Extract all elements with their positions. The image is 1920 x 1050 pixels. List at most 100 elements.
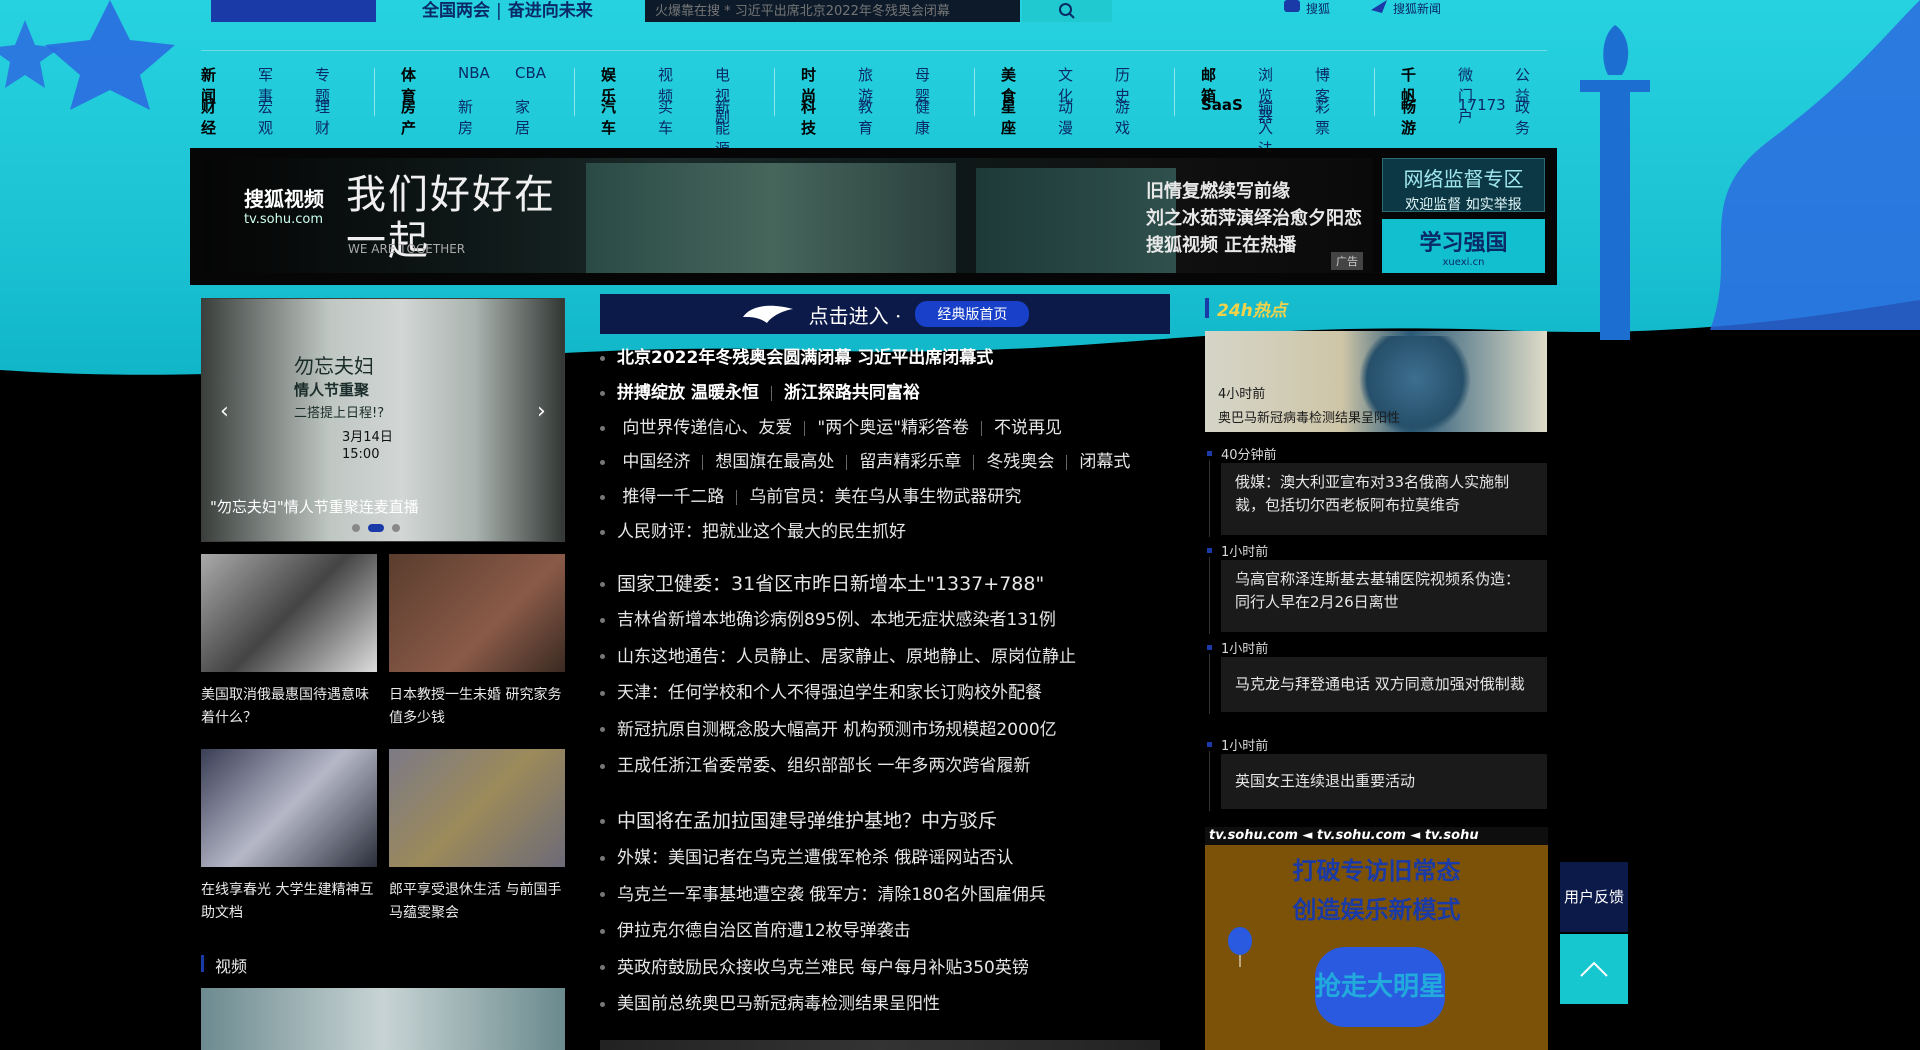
news-link[interactable]: 留声精彩乐章 — [859, 452, 961, 472]
news-link[interactable]: 王成任浙江省委常委、组织部部长 一年多两次跨省履新 — [617, 756, 1030, 776]
news-app-icon[interactable] — [1370, 0, 1388, 14]
hot-top-title[interactable]: 奥巴马新冠病毒检测结果呈阳性 — [1218, 407, 1400, 426]
nav-item[interactable]: 汽车 — [601, 96, 616, 138]
thumb-card-1[interactable]: 美国取消俄最惠国待遇意味着什么？ — [201, 554, 377, 730]
news-line[interactable]: 乌克兰一军事基地遭空袭 俄军方：清除180名外国雇佣兵 — [600, 883, 1046, 907]
hot-item-title[interactable]: 乌高官称泽连斯基去基辅医院视频系伪造：同行人早在2月26日离世 — [1221, 560, 1547, 632]
search-input[interactable] — [645, 0, 1020, 22]
news-group-head[interactable]: 国家卫健委：31省区市昨日新增本土"1337+788" — [600, 572, 1044, 596]
nav-item[interactable]: 动漫 — [1058, 96, 1073, 138]
carousel-dot[interactable] — [352, 524, 360, 532]
nav-item[interactable]: 财经 — [201, 96, 216, 138]
news-link[interactable]: 国家卫健委：31省区市昨日新增本土"1337+788" — [617, 573, 1044, 595]
news-link[interactable]: 伊拉克尔德自治区首府遭12枚导弹袭击 — [617, 921, 911, 941]
news-headline[interactable]: 拼搏绽放 温暖永恒 浙江探路共同富裕 — [600, 381, 920, 405]
news-link[interactable]: "两个奥运"精彩答卷 — [817, 418, 969, 438]
news-link[interactable]: 新冠抗原自测概念股大幅高开 机构预测市场规模超2000亿 — [617, 720, 1057, 740]
news-line[interactable]: 天津：任何学校和个人不得强迫学生和家长订购校外配餐 — [600, 681, 1042, 705]
carousel-dot[interactable] — [392, 524, 400, 532]
hot-item-title[interactable]: 俄媒：澳大利亚宣布对33名俄商人实施制裁，包括切尔西老板阿布拉莫维奇 — [1221, 463, 1547, 535]
nav-item[interactable]: 教育 — [858, 96, 873, 138]
news-link[interactable]: 英政府鼓励民众接收乌克兰难民 每户每月补贴350英镑 — [617, 958, 1029, 978]
carousel-prev-button[interactable]: ‹ — [220, 399, 229, 424]
news-line[interactable]: 伊拉克尔德自治区首府遭12枚导弹袭击 — [600, 919, 911, 943]
video-thumbnail[interactable] — [201, 988, 565, 1050]
news-link[interactable]: 想国旗在最高处 — [715, 452, 834, 472]
search-button[interactable] — [1022, 0, 1112, 22]
news-line[interactable]: 中国经济 想国旗在最高处 留声精彩乐章 冬残奥会 闭幕式 — [600, 450, 1130, 474]
nav-item[interactable]: 畅游 — [1401, 96, 1416, 138]
thumb-card-4[interactable]: 郎平享受退休生活 与前国手马蕴雯聚会 — [389, 749, 565, 925]
thumb-caption[interactable]: 美国取消俄最惠国待遇意味着什么？ — [201, 684, 377, 730]
classic-homepage-button[interactable]: 经典版首页 — [915, 301, 1030, 327]
video-section-title[interactable]: 视频 — [201, 953, 247, 977]
nav-item[interactable]: CBA — [515, 64, 546, 82]
nav-item[interactable]: 房产 — [401, 96, 416, 138]
news-line[interactable]: 向世界传递信心、友爱 "两个奥运"精彩答卷 不说再见 — [600, 416, 1062, 440]
nav-item[interactable]: NBA — [458, 64, 490, 82]
carousel-next-button[interactable]: › — [537, 399, 546, 424]
nav-item[interactable]: 政务 — [1515, 96, 1530, 138]
nav-item[interactable]: 宏观 — [258, 96, 273, 138]
news-link[interactable]: 人民财评：把就业这个最大的民生抓好 — [617, 522, 906, 542]
news-link[interactable]: 山东这地通告：人员静止、居家静止、原地静止、原岗位静止 — [617, 647, 1076, 667]
news-link[interactable]: 浙江探路共同富裕 — [784, 383, 920, 403]
banner-ad[interactable]: 搜狐视频 tv.sohu.com 我们好好在一起 WE ARE TOGETHER… — [190, 148, 1557, 285]
news-line[interactable]: 英政府鼓励民众接收乌克兰难民 每户每月补贴350英镑 — [600, 956, 1029, 980]
news-link[interactable]: 中国将在孟加拉国建导弹维护基地？中方驳斥 — [617, 810, 997, 832]
nav-item[interactable]: 新房 — [458, 96, 473, 138]
carousel-title[interactable]: "勿忘夫妇"情人节重聚连麦直播 — [210, 496, 419, 517]
hot-top-card[interactable]: 4小时前 奥巴马新冠病毒检测结果呈阳性 — [1205, 331, 1547, 432]
news-group-head[interactable]: 中国将在孟加拉国建导弹维护基地？中方驳斥 — [600, 809, 997, 833]
feedback-button[interactable]: 用户反馈 — [1560, 862, 1628, 932]
thumb-card-3[interactable]: 在线享春光 大学生建精神互助文档 — [201, 749, 377, 925]
news-line[interactable]: 推得一千二路 乌前官员：美在乌从事生物武器研究 — [600, 485, 1021, 509]
tool-link-news[interactable]: 搜狐新闻 — [1393, 0, 1441, 16]
news-line[interactable]: 外媒：美国记者在乌克兰遭俄军枪杀 俄辟谣网站否认 — [600, 846, 1013, 870]
nav-item[interactable]: 游戏 — [1115, 96, 1130, 138]
nav-item[interactable]: SaaS — [1201, 96, 1243, 114]
news-link[interactable]: 天津：任何学校和个人不得强迫学生和家长订购校外配餐 — [617, 683, 1042, 703]
nav-item[interactable]: 买车 — [658, 96, 673, 138]
news-link[interactable]: 外媒：美国记者在乌克兰遭俄军枪杀 俄辟谣网站否认 — [617, 848, 1013, 868]
sohu-app-icon[interactable] — [1283, 0, 1301, 14]
news-line[interactable]: 山东这地通告：人员静止、居家静止、原地静止、原岗位静止 — [600, 645, 1076, 669]
news-line[interactable]: 人民财评：把就业这个最大的民生抓好 — [600, 520, 906, 544]
news-link[interactable]: 拼搏绽放 温暖永恒 — [617, 383, 759, 403]
news-link[interactable]: 中国经济 — [622, 452, 690, 472]
nav-item[interactable]: 健康 — [915, 96, 930, 138]
thumb-caption[interactable]: 在线享春光 大学生建精神互助文档 — [201, 879, 377, 925]
thumb-caption[interactable]: 郎平享受退休生活 与前国手马蕴雯聚会 — [389, 879, 565, 925]
thumb-card-2[interactable]: 日本教授一生未婚 研究家务值多少钱 — [389, 554, 565, 730]
news-link[interactable]: 吉林省新增本地确诊病例895例、本地无症状感染者131例 — [617, 610, 1056, 630]
carousel-dot-active[interactable] — [368, 524, 384, 532]
featured-carousel[interactable]: 勿忘夫妇 情人节重聚 二搭提上日程!? 3月14日 15:00 ‹ › "勿忘夫… — [201, 298, 565, 542]
news-line[interactable]: 新冠抗原自测概念股大幅高开 机构预测市场规模超2000亿 — [600, 718, 1057, 742]
news-line[interactable]: 王成任浙江省委常委、组织部部长 一年多两次跨省履新 — [600, 754, 1030, 778]
right-ad[interactable]: tv.sohu.com ◄ tv.sohu.com ◄ tv.sohu 打破专访… — [1205, 827, 1548, 1050]
nav-item[interactable]: 彩票 — [1315, 96, 1330, 138]
nav-item[interactable]: 科技 — [801, 96, 816, 138]
hot-item-title[interactable]: 马克龙与拜登通电话 双方同意加强对俄制裁 — [1221, 657, 1547, 712]
tool-link-sohu[interactable]: 搜狐 — [1306, 0, 1330, 16]
enter-bar[interactable]: 点击进入 · 经典版首页 — [600, 294, 1170, 334]
nav-item[interactable]: 家居 — [515, 96, 530, 138]
enter-text[interactable]: 点击进入 · — [809, 300, 902, 329]
news-headline[interactable]: 北京2022年冬残奥会圆满闭幕 习近平出席闭幕式 — [600, 346, 993, 370]
news-link[interactable]: 北京2022年冬残奥会圆满闭幕 习近平出席闭幕式 — [617, 348, 993, 368]
back-to-top-button[interactable] — [1560, 934, 1628, 1004]
news-line[interactable]: 美国前总统奥巴马新冠病毒检测结果呈阳性 — [600, 992, 940, 1016]
news-link[interactable]: 乌克兰一军事基地遭空袭 俄军方：清除180名外国雇佣兵 — [617, 885, 1046, 905]
sohu-logo[interactable] — [211, 0, 376, 22]
news-link[interactable]: 推得一千二路 — [622, 487, 724, 507]
hot-item-title[interactable]: 英国女王连续退出重要活动 — [1221, 754, 1547, 809]
nav-item[interactable]: 星座 — [1001, 96, 1016, 138]
news-link[interactable]: 不说再见 — [994, 418, 1062, 438]
nav-item[interactable]: 理财 — [315, 96, 330, 138]
banner-image[interactable]: 搜狐视频 tv.sohu.com 我们好好在一起 WE ARE TOGETHER… — [206, 158, 1373, 273]
news-line[interactable]: 吉林省新增本地确诊病例895例、本地无症状感染者131例 — [600, 608, 1056, 632]
thumb-caption[interactable]: 日本教授一生未婚 研究家务值多少钱 — [389, 684, 565, 730]
nav-item[interactable]: 17173 — [1458, 96, 1506, 114]
xuexi-ad[interactable]: 学习强国 xuexi.cn — [1382, 219, 1545, 273]
news-link[interactable]: 美国前总统奥巴马新冠病毒检测结果呈阳性 — [617, 994, 940, 1014]
